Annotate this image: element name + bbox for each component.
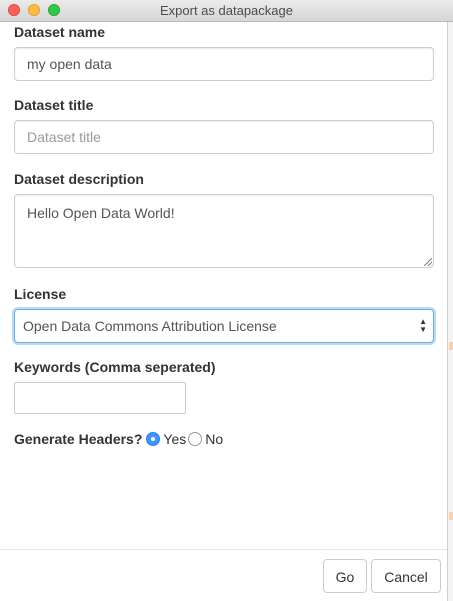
keywords-input[interactable] — [14, 382, 186, 414]
dataset-description-label: Dataset description — [14, 171, 144, 187]
cancel-button[interactable]: Cancel — [371, 559, 441, 593]
headers-yes-radio[interactable] — [146, 432, 161, 446]
license-selected-value: Open Data Commons Attribution License — [23, 318, 277, 334]
generate-headers-label: Generate Headers? — [14, 431, 143, 447]
dataset-name-label: Dataset name — [14, 24, 106, 40]
license-select[interactable]: Open Data Commons Attribution License ▲ ▼ — [14, 309, 434, 343]
headers-no-radio[interactable] — [188, 432, 203, 446]
dataset-description-wrapper: Hello Open Data World! — [14, 194, 434, 268]
resize-grip-icon[interactable] — [424, 258, 432, 266]
headers-yes-label[interactable]: Yes — [163, 431, 186, 447]
dialog-footer: Go Cancel — [0, 549, 447, 601]
dataset-title-label: Dataset title — [14, 97, 94, 113]
license-label: License — [14, 286, 67, 302]
background-mark — [449, 512, 453, 520]
title-bar: Export as datapackage — [0, 0, 453, 22]
dataset-description-textarea[interactable]: Hello Open Data World! — [14, 194, 434, 268]
go-button[interactable]: Go — [323, 559, 367, 593]
export-dialog-window: Export as datapackage Dataset name Datas… — [0, 0, 453, 601]
keywords-label: Keywords (Comma seperated) — [14, 359, 216, 375]
background-mark — [449, 342, 453, 350]
background-app-strip — [447, 22, 453, 601]
select-arrows-icon: ▲ ▼ — [419, 317, 427, 334]
headers-no-label[interactable]: No — [205, 431, 223, 447]
dataset-title-input[interactable] — [14, 120, 434, 154]
window-title: Export as datapackage — [160, 3, 293, 18]
dataset-name-input[interactable] — [14, 47, 434, 81]
generate-headers-row: Generate Headers? Yes No — [14, 430, 225, 448]
